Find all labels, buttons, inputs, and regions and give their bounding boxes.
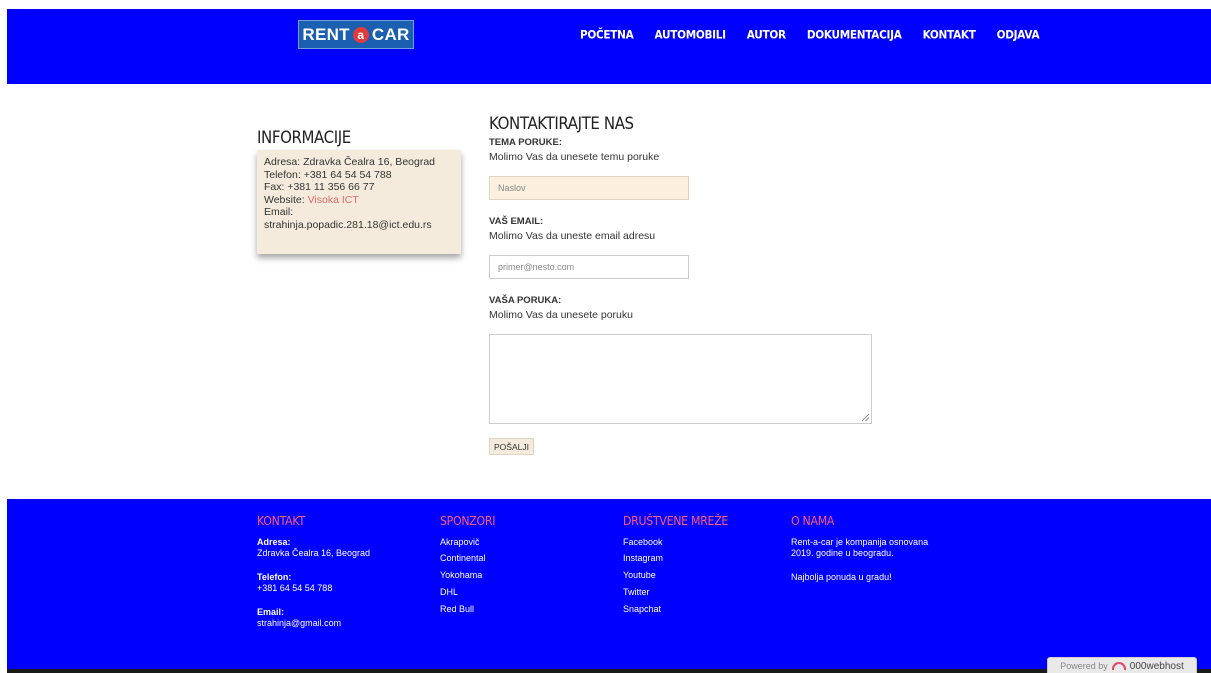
email-label: VAŠ EMAIL: <box>489 216 544 227</box>
site-footer <box>7 499 1211 669</box>
footer-sponsors-column: SPONZORI Akrapovič Continental Yokohama … <box>440 515 495 620</box>
logo-text: RENT a CAR <box>302 25 409 45</box>
message-hint: Molimo Vas da unesete poruku <box>489 309 633 321</box>
nav-item-odjava[interactable]: ODJAVA <box>997 28 1040 41</box>
info-website: Website: Visoka ICT <box>264 194 454 207</box>
form-title: KONTAKTIRAJTE NAS <box>489 113 634 134</box>
footer-gap <box>791 560 928 572</box>
footer-social-column: DRUŠTVENE MREŽE Facebook Instagram Youtu… <box>623 515 728 620</box>
info-email: strahinja.popadic.281.18@ict.edu.rs <box>264 218 432 231</box>
info-website-label: Website: <box>264 193 308 206</box>
footer-gap <box>257 560 370 572</box>
webhost-logo-icon <box>1111 662 1126 670</box>
email-hint: Molimo Vas da uneste email adresu <box>489 230 656 242</box>
footer-about-column: O NAMA Rent-a-car je kompanija osnovana … <box>791 515 928 583</box>
footer-about-line3: Najbolja ponuda u gradu! <box>791 571 892 582</box>
nav-item-pocetna[interactable]: POČETNA <box>580 28 634 41</box>
sponsor-link-akrapovic[interactable]: Akrapovič <box>440 537 495 549</box>
social-link-instagram[interactable]: Instagram <box>623 553 728 565</box>
powered-by-brand: 000webhost <box>1129 660 1184 672</box>
footer-phone-label: Telefon: <box>257 571 292 582</box>
sponsor-link-redbull[interactable]: Red Bull <box>440 604 495 616</box>
resize-grip-icon[interactable] <box>862 414 869 421</box>
info-box: Adresa: Zdravka Čealra 16, Beograd Telef… <box>257 150 461 254</box>
email-input[interactable]: primer@nesto.com <box>489 255 689 279</box>
footer-about-line2: 2019. godine u beogradu. <box>791 548 894 558</box>
subject-hint: Molimo Vas da unesete temu poruke <box>489 151 660 163</box>
footer-about-title: O NAMA <box>791 513 835 529</box>
info-address: Adresa: Zdravka Čealra 16, Beograd <box>264 156 436 168</box>
footer-gap <box>257 595 370 607</box>
info-fax: Fax: +381 11 356 66 77 <box>264 181 375 193</box>
logo-text-rent: RENT <box>302 24 350 44</box>
sponsor-link-yokohama[interactable]: Yokohama <box>440 570 495 582</box>
social-link-snapchat[interactable]: Snapchat <box>623 604 728 616</box>
footer-bottom-bar <box>7 669 1211 673</box>
info-phone: Telefon: +381 64 54 54 788 <box>264 168 392 181</box>
nav-item-dokumentacija[interactable]: DOKUMENTACIJA <box>807 28 902 41</box>
email-placeholder: primer@nesto.com <box>498 262 575 272</box>
footer-phone: +381 64 54 54 788 <box>257 583 333 593</box>
message-label: VAŠA PORUKA: <box>489 295 562 306</box>
subject-placeholder: Naslov <box>498 183 526 193</box>
footer-social-title: DRUŠTVENE MREŽE <box>623 513 729 529</box>
powered-by-label: Powered by <box>1060 661 1108 671</box>
sponsor-link-dhl[interactable]: DHL <box>440 587 495 599</box>
footer-about-line1: Rent-a-car je kompanija osnovana <box>791 536 929 547</box>
nav-item-automobili[interactable]: AUTOMOBILI <box>654 28 726 41</box>
footer-contact-title: KONTAKT <box>257 513 305 529</box>
info-website-link[interactable]: Visoka ICT <box>308 194 359 206</box>
footer-contact-column: KONTAKT Adresa: Zdravka Čealra 16, Beogr… <box>257 515 370 630</box>
footer-email-label: Email: <box>257 606 285 617</box>
submit-button[interactable]: POŠALJI <box>489 438 534 455</box>
subject-input[interactable]: Naslov <box>489 176 689 200</box>
logo-a-icon: a <box>352 26 369 43</box>
info-email-label: Email: <box>264 206 294 218</box>
social-link-facebook[interactable]: Facebook <box>623 537 728 549</box>
footer-address-label: Adresa: <box>257 536 291 547</box>
info-title: INFORMACIJE <box>257 127 351 148</box>
sponsor-link-continental[interactable]: Continental <box>440 553 495 565</box>
powered-by-badge[interactable]: Powered by 000webhost <box>1047 657 1197 673</box>
rent-a-car-logo[interactable]: RENT a CAR <box>298 20 414 49</box>
subject-label: TEMA PORUKE: <box>489 137 563 148</box>
footer-address: Zdravka Čealra 16, Beograd <box>257 548 371 558</box>
social-link-youtube[interactable]: Youtube <box>623 570 728 582</box>
social-link-twitter[interactable]: Twitter <box>623 587 728 599</box>
main-nav: POČETNA AUTOMOBILI AUTOR DOKUMENTACIJA K… <box>580 28 1060 41</box>
footer-sponsors-title: SPONZORI <box>440 513 496 529</box>
message-textarea[interactable] <box>489 334 872 424</box>
site-header <box>7 9 1211 84</box>
nav-item-kontakt[interactable]: KONTAKT <box>923 28 976 41</box>
logo-text-car: CAR <box>371 24 410 44</box>
nav-item-autor[interactable]: AUTOR <box>747 28 786 41</box>
footer-email: strahinja@gmail.com <box>257 618 342 628</box>
